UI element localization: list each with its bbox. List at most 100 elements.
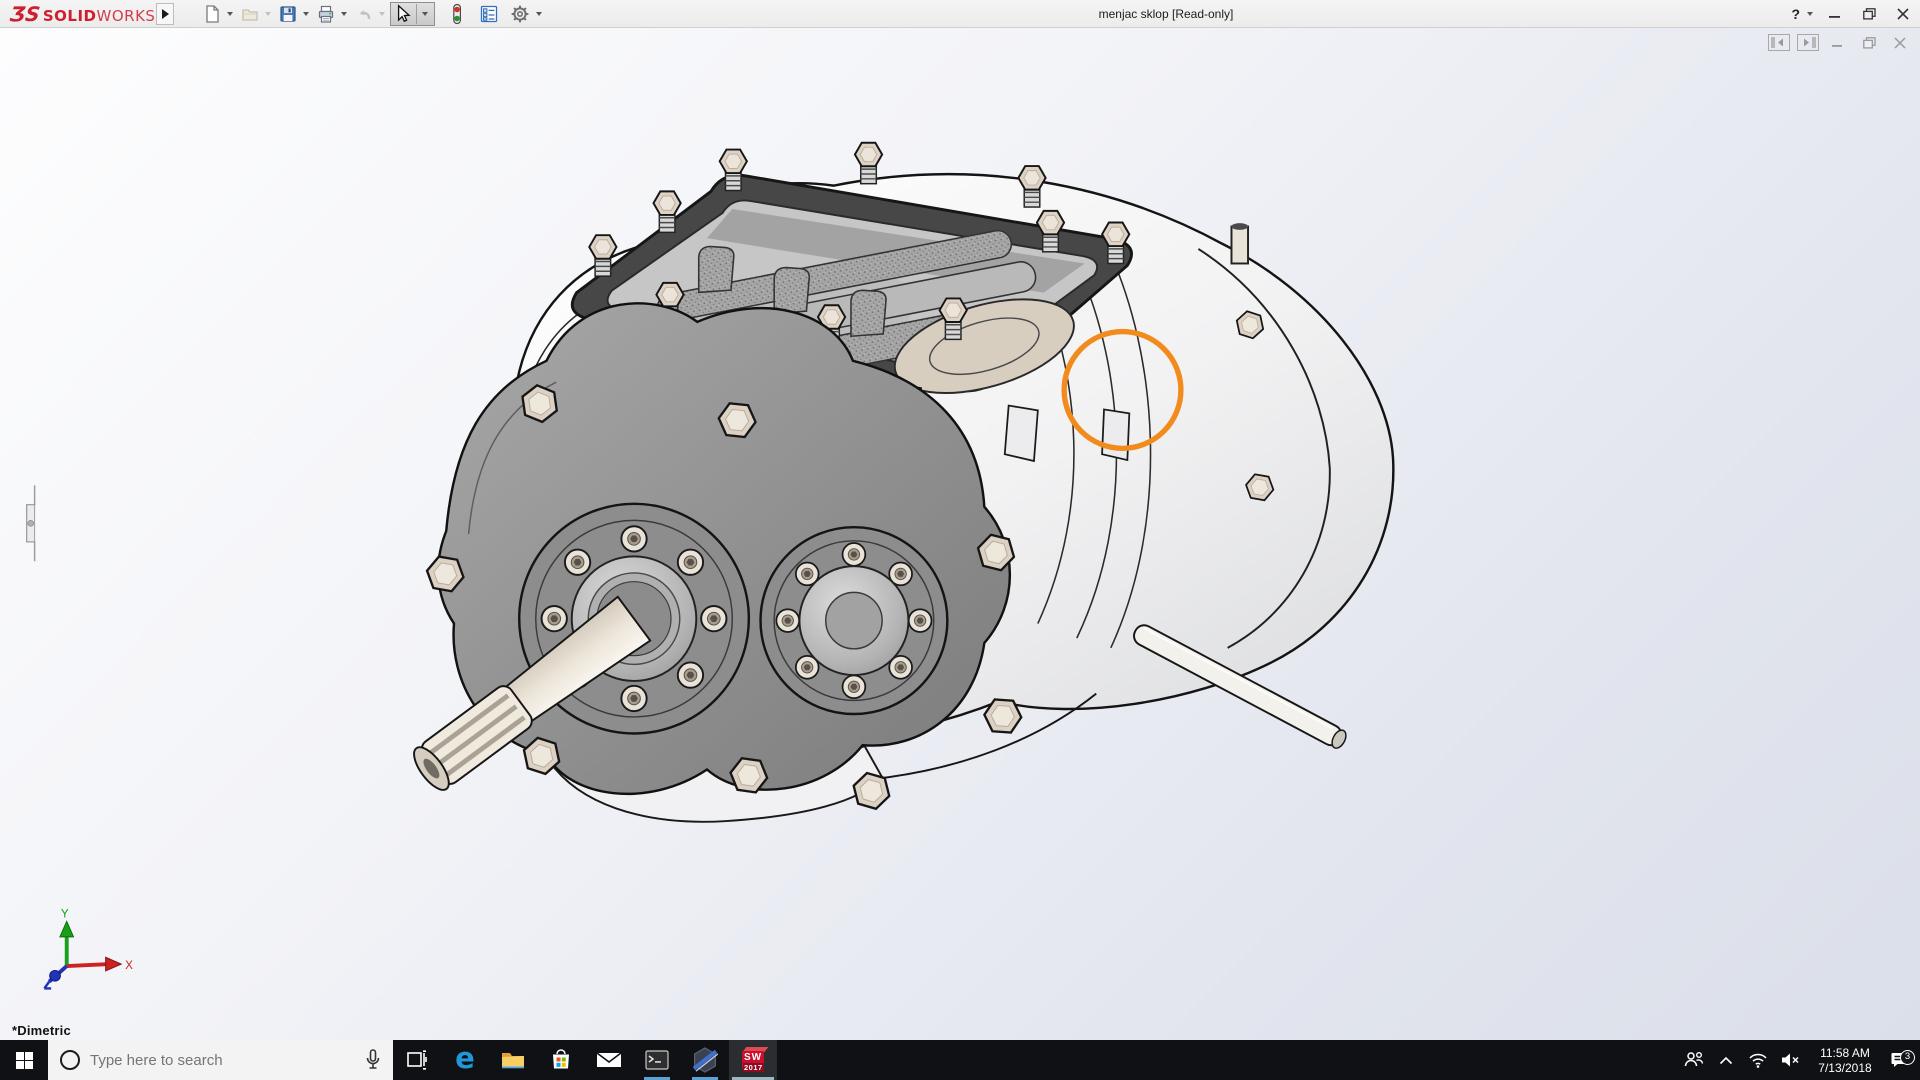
edge-icon: e: [455, 1044, 475, 1073]
file-explorer-button[interactable]: [489, 1040, 537, 1080]
doc-minimize-button[interactable]: [1826, 34, 1850, 51]
quick-access-toolbar: [200, 0, 547, 28]
dock-panel-left-button[interactable]: [1768, 34, 1790, 51]
divider: [416, 4, 417, 24]
task-list-icon: [479, 4, 499, 24]
store-icon: [549, 1048, 573, 1072]
clock-date: 7/13/2018: [1806, 1061, 1884, 1076]
people-button[interactable]: [1678, 1051, 1710, 1069]
dome-stud: [1231, 223, 1248, 263]
dock-left-icon: [1770, 36, 1788, 49]
open-dropdown[interactable]: [265, 12, 271, 16]
solidworks-taskbar-button[interactable]: SW 2017: [729, 1040, 777, 1080]
solidworks-window: ƷS SOLID WORKS: [0, 0, 1920, 1080]
help-button[interactable]: ?: [1781, 6, 1804, 22]
titlebar: ƷS SOLID WORKS: [0, 0, 1920, 28]
options-dropdown[interactable]: [536, 12, 542, 16]
undo-button[interactable]: [352, 2, 376, 26]
command-prompt-icon: [645, 1050, 669, 1070]
volume-button[interactable]: [1774, 1052, 1806, 1068]
save-dropdown[interactable]: [303, 12, 309, 16]
hexagon-app-button[interactable]: [681, 1040, 729, 1080]
stoplight-icon: [447, 3, 467, 25]
reference-triad: Y X: [44, 907, 133, 988]
doc-restore-button[interactable]: [1857, 34, 1881, 51]
doc-close-icon: [1894, 37, 1906, 49]
dock-right-icon: [1799, 36, 1817, 49]
save-floppy-icon: [278, 4, 298, 24]
task-scheduler-button[interactable]: [477, 2, 501, 26]
solidworks-mark-icon: ƷS: [8, 2, 41, 26]
speaker-muted-icon: [1780, 1052, 1800, 1068]
search-input[interactable]: [48, 1040, 393, 1080]
view-orientation-label: *Dimetric: [12, 1023, 71, 1038]
open-button[interactable]: [238, 2, 262, 26]
brand-solid: SOLID: [43, 7, 97, 25]
titlebar-controls: ?: [1781, 0, 1920, 28]
dock-panel-right-button[interactable]: [1797, 34, 1819, 51]
edge-button[interactable]: e: [441, 1040, 489, 1080]
minimize-icon: [1829, 8, 1841, 20]
featuremanager-collapsed-tab[interactable]: [27, 485, 35, 561]
select-dropdown[interactable]: [422, 12, 428, 16]
command-prompt-button[interactable]: [633, 1040, 681, 1080]
store-button[interactable]: [537, 1040, 585, 1080]
print-icon: [316, 4, 336, 24]
triad-y-label: Y: [61, 907, 69, 920]
task-view-button[interactable]: [393, 1040, 441, 1080]
network-button[interactable]: [1742, 1052, 1774, 1068]
new-document-icon: [202, 4, 222, 24]
system-tray: 11:58 AM 7/13/2018 3: [1678, 1040, 1920, 1080]
selection-stoplight-button[interactable]: [445, 2, 469, 26]
close-button[interactable]: [1886, 0, 1920, 28]
start-button[interactable]: [0, 1040, 48, 1080]
chevron-up-icon: [1719, 1056, 1733, 1065]
restore-icon: [1863, 8, 1876, 20]
graphics-viewport[interactable]: Y X *Dimetric: [0, 28, 1920, 1040]
new-document-button[interactable]: [200, 2, 224, 26]
undo-dropdown[interactable]: [379, 12, 385, 16]
document-title: menjac sklop [Read-only]: [1020, 0, 1312, 28]
file-explorer-icon: [500, 1049, 526, 1071]
document-window-controls: [1768, 34, 1912, 51]
print-button[interactable]: [314, 2, 338, 26]
gearbox-model[interactable]: Y X: [0, 28, 1920, 1040]
brand-works: WORKS: [97, 7, 156, 25]
solidworks-app-icon: SW 2017: [740, 1047, 766, 1073]
secondary-flange: [761, 527, 948, 714]
doc-minimize-icon: [1832, 37, 1844, 49]
windows-taskbar: e: [0, 1040, 1920, 1080]
options-button[interactable]: [507, 2, 533, 26]
cortana-icon: [60, 1050, 80, 1070]
people-icon: [1683, 1051, 1705, 1069]
microphone-icon[interactable]: [363, 1048, 383, 1072]
windows-logo-icon: [16, 1052, 33, 1069]
menu-flyout-button[interactable]: [156, 3, 174, 25]
wifi-icon: [1748, 1052, 1768, 1068]
select-cursor-icon: [392, 3, 414, 25]
doc-restore-icon: [1863, 37, 1876, 49]
minimize-button[interactable]: [1818, 0, 1852, 28]
doc-close-button[interactable]: [1888, 34, 1912, 51]
sw-icon-text: SW: [744, 1052, 762, 1063]
taskbar-clock[interactable]: 11:58 AM 7/13/2018: [1806, 1045, 1884, 1076]
mail-button[interactable]: [585, 1040, 633, 1080]
action-center-button[interactable]: 3: [1884, 1051, 1916, 1069]
tray-overflow-button[interactable]: [1710, 1056, 1742, 1065]
open-folder-icon: [240, 4, 260, 24]
new-document-dropdown[interactable]: [227, 12, 233, 16]
taskbar-search[interactable]: [48, 1040, 393, 1080]
solidworks-logo: ƷS SOLID WORKS: [0, 2, 152, 26]
notification-badge: 3: [1900, 1050, 1915, 1065]
mail-icon: [596, 1050, 622, 1070]
print-dropdown[interactable]: [341, 12, 347, 16]
undo-icon: [354, 4, 374, 24]
sw-icon-year: 2017: [743, 1063, 764, 1072]
close-icon: [1897, 8, 1909, 20]
save-button[interactable]: [276, 2, 300, 26]
select-tool-button[interactable]: [390, 2, 435, 26]
help-dropdown[interactable]: [1807, 12, 1813, 16]
clock-time: 11:58 AM: [1806, 1046, 1884, 1061]
restore-button[interactable]: [1852, 0, 1886, 28]
flyout-arrow-icon: [162, 9, 169, 19]
